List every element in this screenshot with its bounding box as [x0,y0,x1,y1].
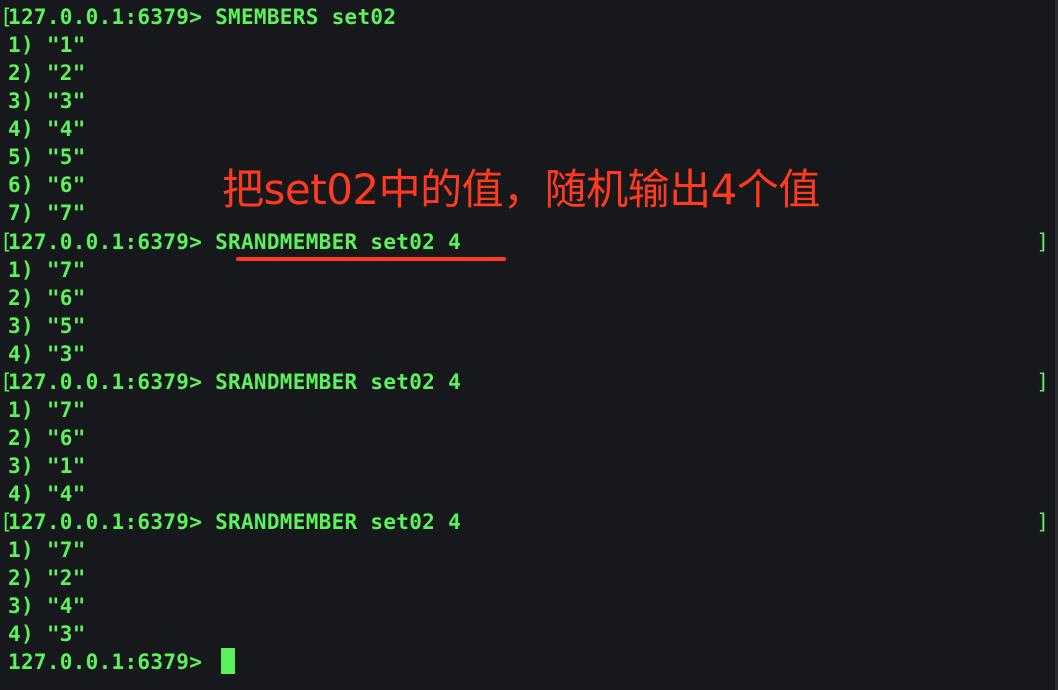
result-line: 1) "1" [8,33,86,57]
command-line: 127.0.0.1:6379> SRANDMEMBER set02 4 [8,508,461,536]
result-line: 4) "3" [8,622,86,646]
command-line: 127.0.0.1:6379> SMEMBERS set02 [8,3,396,31]
result-line: 1) "7" [8,398,86,422]
command-text: SMEMBERS set02 [215,5,397,29]
result-line: 1) "7" [8,538,86,562]
result-line: 1) "7" [8,258,86,282]
terminal-window[interactable]: [ 127.0.0.1:6379> SMEMBERS set02 1) "1" … [0,0,1058,690]
active-prompt-line[interactable]: 127.0.0.1:6379> [8,648,236,676]
result-line: 2) "6" [8,286,86,310]
result-line: 7) "7" [8,201,86,225]
prompt: 127.0.0.1:6379> [8,370,216,394]
annotation-underline [236,257,506,261]
result-line: 2) "2" [8,61,86,85]
line-bracket-right: ] [1036,370,1049,394]
result-line: 3) "4" [8,594,86,618]
result-line: 6) "6" [8,173,86,197]
result-line: 3) "1" [8,454,86,478]
prompt: 127.0.0.1:6379> [8,5,216,29]
command-line: 127.0.0.1:6379> SRANDMEMBER set02 4 [8,368,461,396]
result-line: 4) "3" [8,342,86,366]
command-text: SRANDMEMBER set02 4 [215,370,462,394]
annotation-text: 把set02中的值，随机输出4个值 [222,165,820,214]
result-line: 2) "2" [8,566,86,590]
command-line: 127.0.0.1:6379> SRANDMEMBER set02 4 [8,228,461,256]
line-bracket-right: ] [1036,230,1049,254]
result-line: 4) "4" [8,482,86,506]
result-line: 3) "3" [8,89,86,113]
command-text: SRANDMEMBER set02 4 [215,510,462,534]
prompt: 127.0.0.1:6379> [8,230,216,254]
prompt: 127.0.0.1:6379> [8,510,216,534]
result-line: 2) "6" [8,426,86,450]
prompt: 127.0.0.1:6379> [8,650,216,674]
line-bracket-right: ] [1036,510,1049,534]
result-line: 5) "5" [8,145,86,169]
result-line: 3) "5" [8,314,86,338]
result-line: 4) "4" [8,117,86,141]
cursor[interactable] [221,648,236,674]
command-text: SRANDMEMBER set02 4 [215,230,462,254]
